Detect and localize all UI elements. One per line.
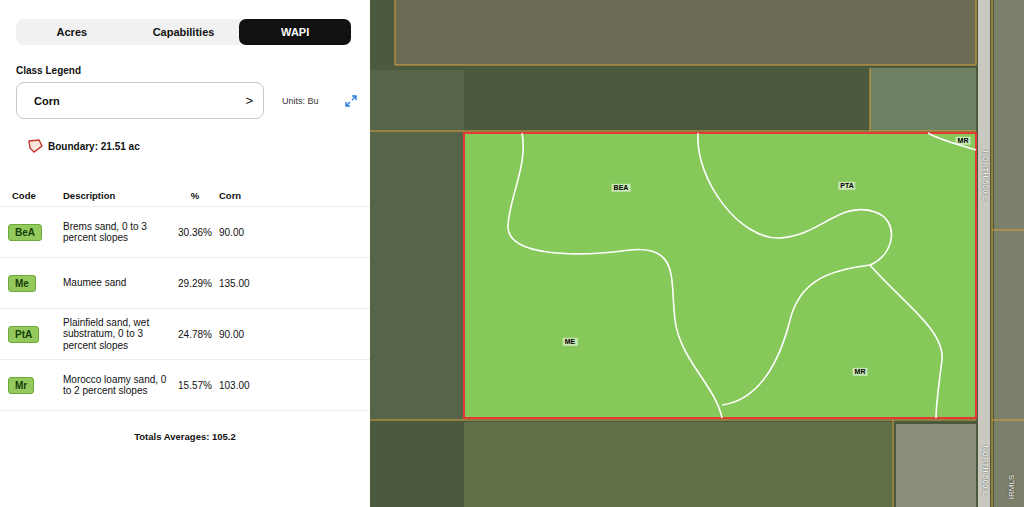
description-cell: Brems sand, 0 to 3 percent slopes [63,221,174,244]
side-panel: AcresCapabilitiesWAPI Class Legend Corn > Un… [0,0,370,507]
corn-cell: 103.00 [216,380,370,391]
units-label: Units: Bu [282,96,319,106]
column-header: % [174,190,216,201]
table-row[interactable]: PtA Plainfield sand, wet substratum, 0 to… [0,309,370,360]
tab[interactable]: WAPI [239,19,351,45]
code-badge: Mr [8,377,34,394]
legend-row: Corn > Units: Bu [16,82,370,119]
road-label: NORTH 500 E [982,446,989,497]
corn-cell: 135.00 [216,278,370,289]
road-label: NORTH 500 E [982,151,989,202]
description-cell: Maumee sand [63,277,174,289]
table-row[interactable]: Me Maumee sand29.29%135.00 [0,258,370,309]
soil-table: CodeDescription%Corn BeA Brems sand, 0 to … [0,189,370,411]
totals-averages: Totals Averages: 105.2 [0,431,370,442]
percent-cell: 15.57% [174,380,216,391]
column-header: Corn [216,190,370,201]
tab-bar: AcresCapabilitiesWAPI [16,19,351,45]
boundary-info: Boundary: 21.51 ac [27,139,370,153]
tab[interactable]: Acres [16,19,128,45]
watermark: IRMLS [1007,475,1016,499]
boundary-label: Boundary: 21.51 ac [48,141,140,152]
page: AcresCapabilitiesWAPI Class Legend Corn > Un… [0,0,1024,507]
code-badge: Me [8,275,36,292]
legend-title: Class Legend [16,65,370,76]
table-header: CodeDescription%Corn [0,189,370,207]
corn-cell: 90.00 [216,227,370,238]
description-cell: Morocco loamy sand, 0 to 2 percent slope… [63,374,174,397]
column-header: Code [8,190,63,201]
code-badge: BeA [8,224,42,241]
map[interactable]: MR BEA PTA ME MR NORTH 500 E NORTH 500 E IRMLS [370,0,1024,507]
chevron-icon: > [245,93,253,108]
soil-label: ME [563,338,578,346]
class-select[interactable]: Corn > [16,82,264,119]
expand-icon[interactable] [345,95,357,107]
table-row[interactable]: Mr Morocco loamy sand, 0 to 2 percent slo… [0,360,370,411]
description-cell: Plainfield sand, wet substratum, 0 to 3 … [63,317,174,352]
aerial-map [370,0,1024,507]
percent-cell: 30.36% [174,227,216,238]
table-row[interactable]: BeA Brems sand, 0 to 3 percent slopes30.3… [0,207,370,258]
percent-cell: 24.78% [174,329,216,340]
soil-label: MR [956,137,971,145]
tab[interactable]: Capabilities [128,19,240,45]
corn-cell: 90.00 [216,329,370,340]
column-header: Description [63,190,174,201]
percent-cell: 29.29% [174,278,216,289]
soil-label: PTA [838,182,855,190]
soil-label: BEA [612,184,631,192]
field-boundary [464,133,976,418]
code-badge: PtA [8,326,39,343]
soil-label: MR [853,368,868,376]
select-value: Corn [34,95,60,107]
boundary-polygon-icon [27,139,43,153]
